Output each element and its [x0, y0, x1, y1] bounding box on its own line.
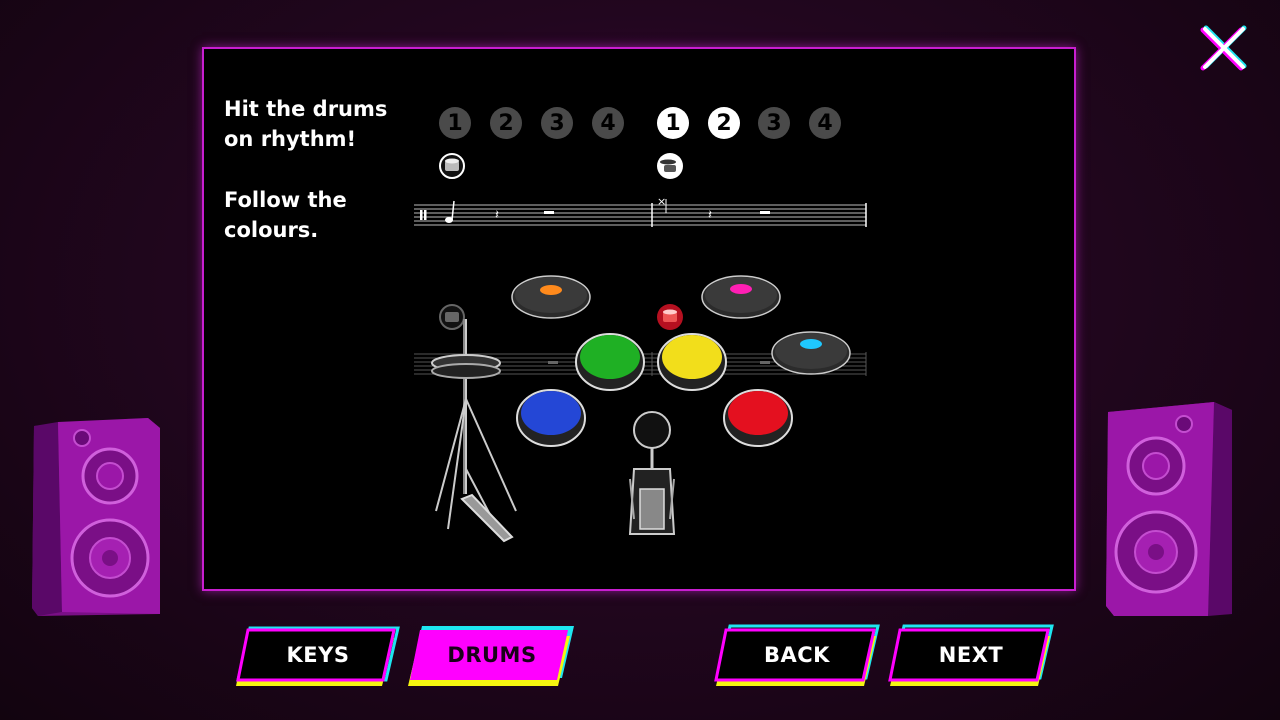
right-speaker — [1106, 402, 1232, 616]
drum-icon — [439, 153, 465, 179]
kick-pedal — [628, 411, 676, 535]
next-button-label: NEXT — [938, 643, 1004, 667]
drum-pad-green[interactable] — [575, 333, 645, 391]
left-speaker — [32, 418, 160, 616]
svg-text:𝄽: 𝄽 — [495, 208, 499, 223]
drum-kit-diagram: 𝄽 × 𝄽 — [414, 153, 867, 543]
drums-button[interactable]: DRUMS — [408, 624, 576, 686]
music-staff — [414, 203, 867, 227]
cymbal-pad-orange[interactable] — [511, 275, 591, 319]
close-button[interactable] — [1198, 22, 1250, 74]
drum-pad-red[interactable] — [723, 389, 793, 447]
svg-text:𝄽: 𝄽 — [708, 208, 712, 223]
cymbal-pad-cyan[interactable] — [771, 331, 851, 375]
drum-pad-yellow[interactable] — [657, 333, 727, 391]
cymbal-icon — [657, 153, 683, 179]
cymbal-pad-pink[interactable] — [701, 275, 781, 319]
hihat-stand — [431, 319, 517, 543]
drum-icon — [439, 304, 465, 330]
back-button-label: BACK — [764, 643, 830, 667]
tutorial-panel: Hit the drums on rhythm! Follow the colo… — [202, 47, 1076, 591]
close-icon — [1200, 25, 1247, 71]
drum-pad-blue[interactable] — [516, 389, 586, 447]
keys-button[interactable]: KEYS — [236, 624, 400, 686]
back-button[interactable]: BACK — [714, 624, 880, 686]
svg-text:×: × — [657, 195, 666, 208]
drums-button-label: DRUMS — [447, 643, 537, 667]
snare-icon — [657, 304, 683, 330]
keys-button-label: KEYS — [286, 643, 350, 667]
next-button[interactable]: NEXT — [888, 624, 1054, 686]
